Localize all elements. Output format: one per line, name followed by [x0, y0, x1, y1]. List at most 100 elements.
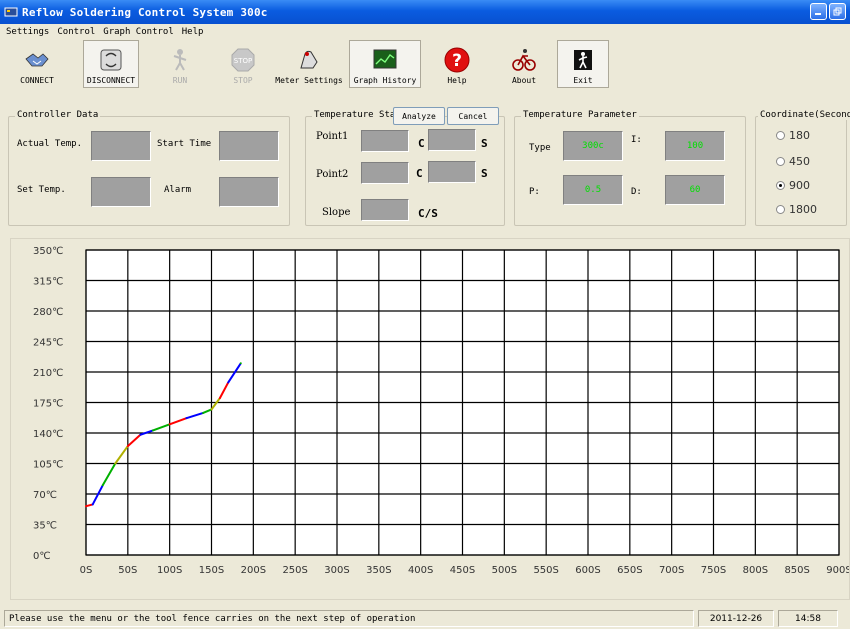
set-temp-label: Set Temp.: [17, 185, 66, 195]
coord-radio-1800[interactable]: 1800: [776, 203, 817, 216]
temperature-stat-legend: Temperature Stat: [312, 110, 403, 120]
temperature-point: [139, 433, 142, 436]
temperature-point: [168, 423, 171, 426]
exit-button[interactable]: Exit: [557, 40, 609, 88]
graph-history-button[interactable]: Graph History: [349, 40, 421, 88]
radio-indicator-selected: [776, 181, 785, 190]
menu-settings[interactable]: Settings: [6, 27, 49, 37]
y-tick-label: 315℃: [33, 277, 63, 288]
type-value: 300c: [563, 131, 623, 161]
help-label: Help: [447, 76, 467, 85]
slope-field: [361, 199, 409, 221]
temperature-parameter-legend: Temperature Parameter: [521, 110, 639, 120]
slope-label: Slope: [322, 207, 351, 218]
temperature-point: [202, 411, 205, 414]
analyze-button[interactable]: Analyze: [393, 107, 445, 125]
coordinate-group: Coordinate(Second) 180 450 900 1800: [755, 110, 850, 226]
x-tick-label: 350S: [366, 565, 391, 576]
app-icon: [4, 7, 18, 17]
radio-indicator: [776, 205, 785, 214]
connect-button[interactable]: CONNECT: [11, 40, 63, 88]
point1-unit-s: S: [481, 137, 488, 150]
x-tick-label: 400S: [408, 565, 433, 576]
controller-data-legend: Controller Data: [15, 110, 101, 120]
handshake-icon: [25, 53, 49, 67]
y-tick-label: 105℃: [33, 460, 63, 471]
coord-radio-label: 1800: [789, 203, 817, 216]
coord-radio-180[interactable]: 180: [776, 129, 810, 142]
d-label: D:: [631, 187, 642, 197]
status-date: 2011-12-26: [698, 610, 774, 627]
actual-temp-field: [91, 131, 151, 161]
slope-unit: C/S: [418, 207, 438, 220]
stop-button[interactable]: STOP STOP: [215, 40, 271, 88]
radio-indicator: [776, 157, 785, 166]
x-tick-label: 900S: [826, 565, 849, 576]
temperature-point: [185, 417, 188, 420]
svg-text:STOP: STOP: [234, 57, 252, 65]
cancel-button[interactable]: Cancel: [447, 107, 499, 125]
restore-icon: [833, 7, 842, 16]
start-time-field: [219, 131, 279, 161]
x-tick-label: 50S: [118, 565, 137, 576]
x-tick-label: 250S: [282, 565, 307, 576]
y-tick-label: 70℃: [33, 490, 57, 501]
menu-graph-control[interactable]: Graph Control: [103, 27, 173, 37]
point2-time-field: [428, 161, 476, 183]
disconnect-button[interactable]: DISCONNECT: [83, 40, 139, 88]
temperature-point: [114, 462, 117, 465]
y-tick-label: 35℃: [33, 521, 57, 532]
graph-history-label: Graph History: [353, 76, 417, 85]
x-tick-label: 850S: [784, 565, 809, 576]
stop-label: STOP: [233, 76, 253, 85]
point2-label: Point2: [316, 169, 349, 180]
point1-temp-field: [361, 130, 409, 152]
y-tick-label: 140℃: [33, 429, 63, 440]
temperature-chart: 0S 50S 100S 150S 200S 250S 300S 350S 400S 450S 500…: [33, 246, 850, 576]
y-tick-label: 245℃: [33, 338, 63, 349]
temperature-point: [227, 381, 230, 384]
run-label: RUN: [172, 76, 188, 85]
temperature-point: [210, 408, 213, 411]
exit-label: Exit: [573, 76, 593, 85]
y-tick-label: 350℃: [33, 246, 63, 257]
help-button[interactable]: ? Help: [431, 40, 483, 88]
temperature-stat-group: Temperature Stat Analyze Cancel Point1 C…: [305, 107, 505, 226]
menu-help[interactable]: Help: [182, 27, 204, 37]
menu-control[interactable]: Control: [57, 27, 95, 37]
temperature-parameter-group: Temperature Parameter Type 300c I: 100 P…: [514, 110, 746, 226]
x-tick-label: 700S: [659, 565, 684, 576]
x-tick-label: 600S: [575, 565, 600, 576]
about-button[interactable]: About: [497, 40, 551, 88]
x-tick-label: 450S: [450, 565, 475, 576]
controller-data-group: Controller Data Actual Temp. Start Time …: [8, 110, 290, 226]
meter-settings-button[interactable]: Meter Settings: [271, 40, 347, 88]
meter-settings-label: Meter Settings: [275, 76, 343, 85]
meter-icon: [300, 50, 318, 69]
start-time-label: Start Time: [157, 139, 212, 149]
i-value: 100: [665, 131, 725, 161]
run-button[interactable]: RUN: [153, 40, 207, 88]
restore-button[interactable]: [829, 3, 846, 20]
coord-radio-450[interactable]: 450: [776, 155, 810, 168]
x-tick-label: 150S: [199, 565, 224, 576]
minimize-button[interactable]: [810, 3, 827, 20]
type-label: Type: [529, 143, 551, 153]
temperature-point: [218, 397, 221, 400]
x-tick-label: 650S: [617, 565, 642, 576]
point1-time-field: [428, 129, 476, 151]
y-tick-label: 0℃: [33, 551, 51, 562]
y-tick-label: 175℃: [33, 399, 63, 410]
x-tick-label: 800S: [743, 565, 768, 576]
disconnect-icon: [100, 49, 122, 71]
coord-radio-900[interactable]: 900: [776, 179, 810, 192]
i-label: I:: [631, 135, 642, 145]
temperature-point: [101, 484, 104, 487]
point1-label: Point1: [316, 131, 349, 142]
minimize-icon: [815, 13, 821, 15]
connect-label: CONNECT: [20, 76, 54, 85]
actual-temp-label: Actual Temp.: [17, 139, 83, 149]
point2-unit-s: S: [481, 167, 488, 180]
p-label: P:: [529, 187, 540, 197]
coord-radio-label: 180: [789, 129, 810, 142]
